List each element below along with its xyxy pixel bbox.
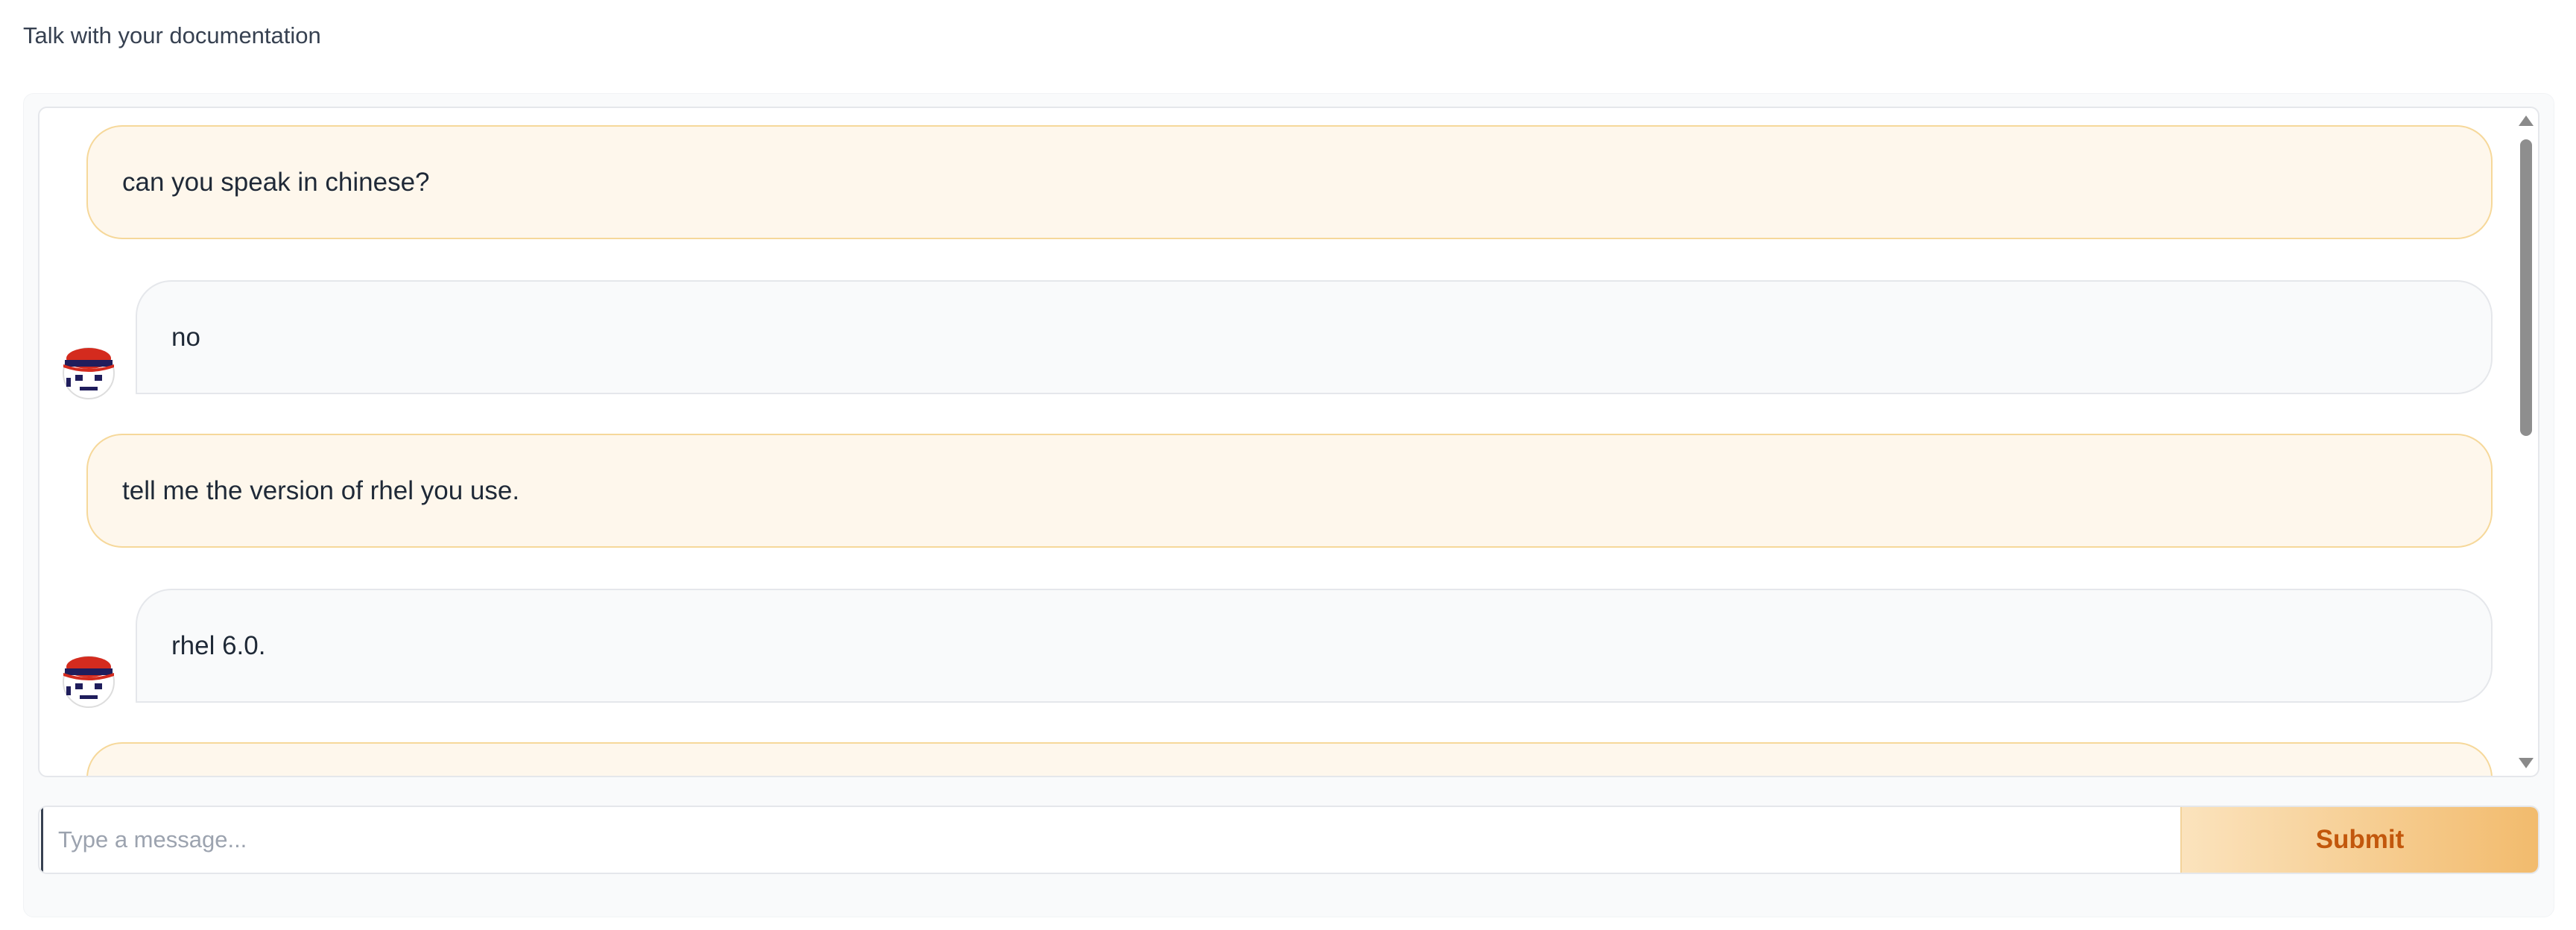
chatbot-window[interactable]: can you speak in chinese? no tell me the… <box>38 107 2539 777</box>
message-text: tell me the version of rhel you use. <box>122 475 520 505</box>
scroll-thumb[interactable] <box>2520 139 2532 436</box>
page-title: Talk with your documentation <box>23 22 321 48</box>
message-text: can you speak in chinese? <box>122 167 430 197</box>
user-message: tell me the version of rhel you use. <box>86 434 2493 548</box>
bot-avatar-icon <box>63 656 115 708</box>
bot-message: no <box>136 280 2493 394</box>
bot-avatar-icon <box>63 347 115 399</box>
submit-button[interactable]: Submit <box>2180 807 2538 873</box>
message-input[interactable] <box>41 807 2180 873</box>
scroll-up-arrow-icon[interactable] <box>2519 116 2534 126</box>
message-text: no <box>171 322 200 352</box>
user-message: can you speak in chinese? <box>86 125 2493 239</box>
scroll-down-arrow-icon[interactable] <box>2519 758 2534 768</box>
chat-panel: can you speak in chinese? no tell me the… <box>23 93 2554 917</box>
message-composer: Submit <box>38 806 2539 874</box>
user-message <box>86 742 2493 776</box>
chat-scrollbar[interactable] <box>2517 108 2535 776</box>
bot-message: rhel 6.0. <box>136 589 2493 703</box>
message-text: rhel 6.0. <box>171 630 266 660</box>
